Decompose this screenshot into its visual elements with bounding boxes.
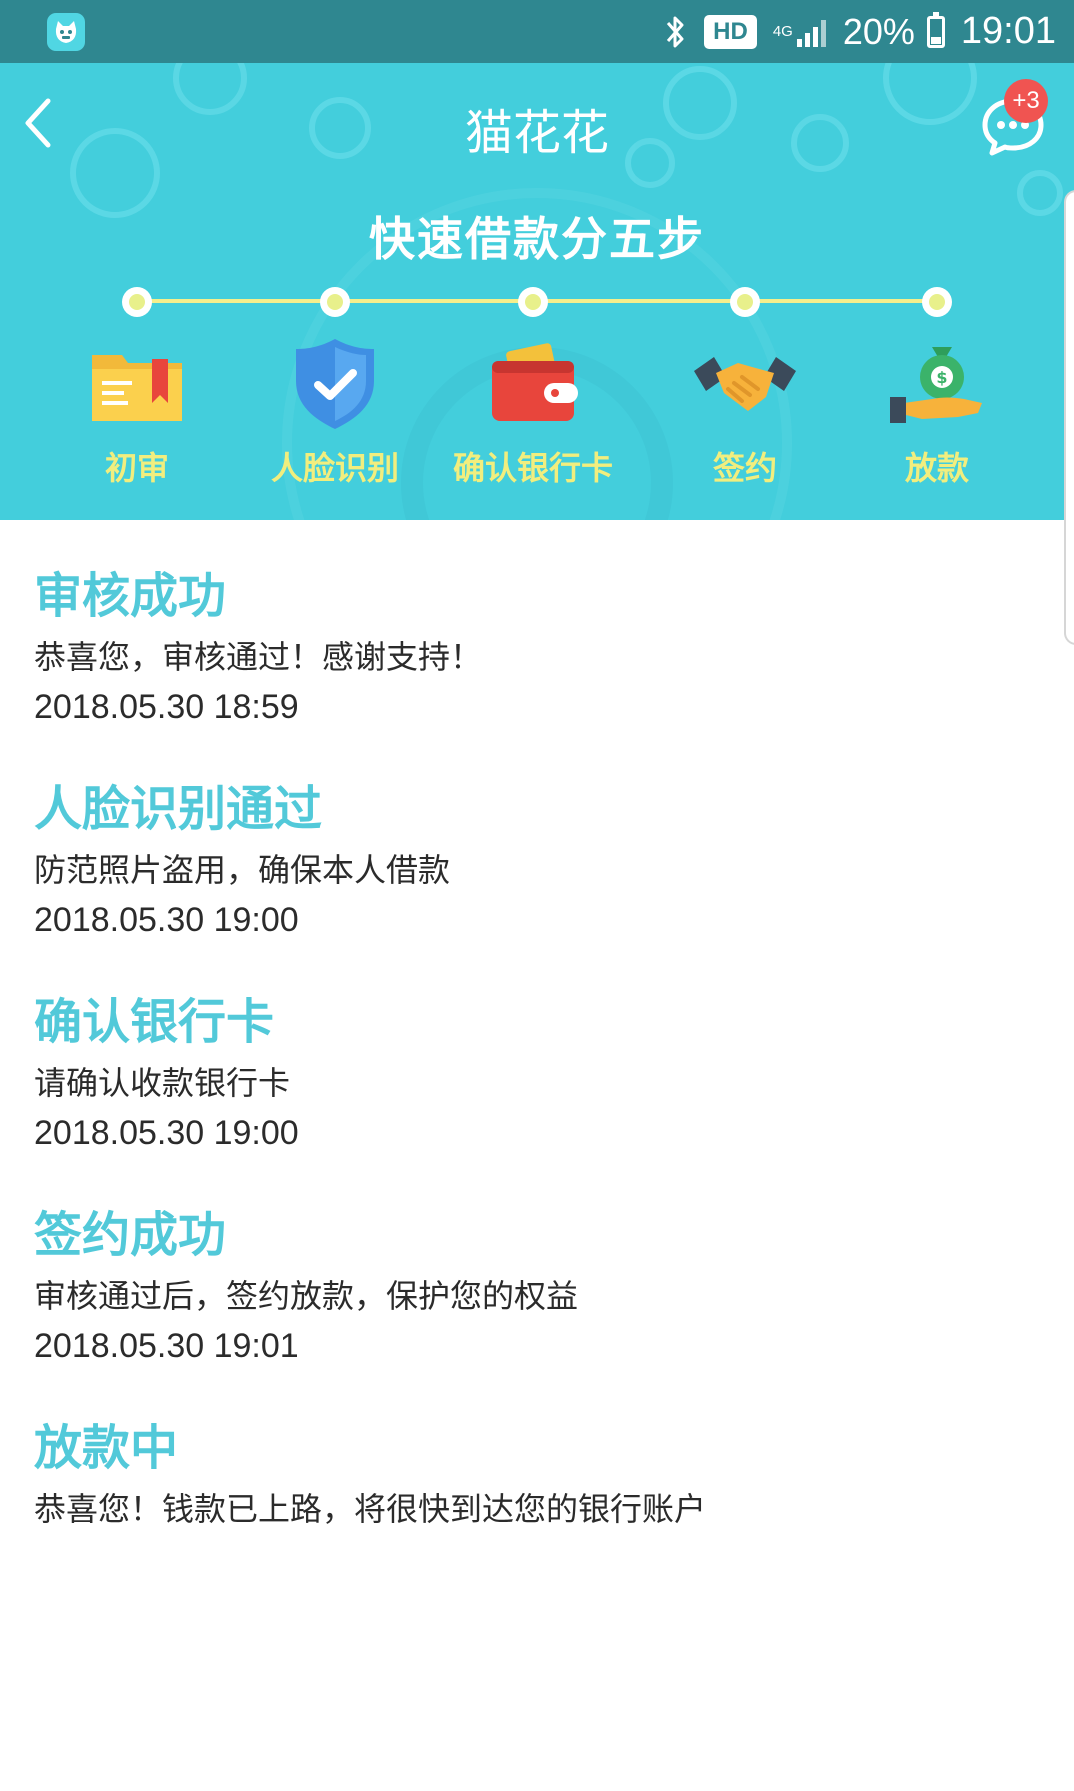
status-bar: HD 4G 20% 19:01	[0, 0, 1074, 63]
progress-entry: 确认银行卡 请确认收款银行卡 2018.05.30 19:00	[34, 991, 1034, 1155]
step-label-4: 签约	[712, 449, 777, 487]
step-label-1: 初审	[104, 449, 169, 487]
entry-title: 放款中	[34, 1420, 179, 1476]
entry-title: 签约成功	[34, 1207, 227, 1263]
step-label-3: 确认银行卡	[452, 449, 613, 487]
entry-timestamp: 2018.05.30 19:00	[34, 1114, 299, 1152]
hd-voice-badge: HD	[704, 14, 757, 49]
edge-panel-handle[interactable]	[1064, 190, 1074, 645]
step-label-5: 放款	[904, 449, 969, 487]
bluetooth-icon	[667, 16, 684, 47]
page-title: 猫花花	[464, 105, 609, 161]
entry-timestamp: 2018.05.30 19:01	[34, 1327, 299, 1365]
entry-timestamp: 2018.05.30 19:00	[34, 901, 299, 939]
timeline-dot	[122, 287, 152, 317]
timeline-dot	[922, 287, 952, 317]
handshake-icon	[694, 357, 796, 411]
steps-banner: 猫花花 +3 快速借款分五步 初审 人脸识别 确认银行卡 签约 $ 放款	[0, 63, 1074, 520]
progress-entry: 放款中 恭喜您！钱款已上路，将很快到达您的银行账户	[34, 1417, 1034, 1531]
progress-entry: 人脸识别通过 防范照片盗用，确保本人借款 2018.05.30 19:00	[34, 778, 1034, 942]
entry-title: 审核成功	[34, 568, 227, 624]
timeline-dot	[320, 287, 350, 317]
entry-timestamp: 2018.05.30 18:59	[34, 688, 299, 726]
steps-heading: 快速借款分五步	[369, 212, 705, 266]
status-indicators: HD 4G 20% 19:01	[660, 0, 1056, 63]
entry-description: 请确认收款银行卡	[34, 1064, 291, 1102]
entry-title: 人脸识别通过	[34, 781, 323, 837]
svg-text:$: $	[936, 368, 947, 387]
screen: HD 4G 20% 19:01 猫花花 +3 快速借款分五步 初审 人脸识别 确…	[0, 0, 1074, 1791]
chat-unread-badge: +3	[1004, 79, 1048, 123]
folder-icon	[92, 355, 182, 421]
entry-description: 恭喜您！钱款已上路，将很快到达您的银行账户	[34, 1490, 707, 1528]
app-notification-icon	[47, 13, 85, 51]
progress-entry: 审核成功 恭喜您，审核通过！感谢支持！ 2018.05.30 18:59	[34, 565, 1034, 729]
wallet-icon	[492, 343, 578, 421]
network-type: 4G	[772, 23, 793, 40]
shield-check-icon	[296, 339, 374, 429]
status-clock: 19:01	[960, 10, 1056, 52]
battery-icon	[926, 11, 945, 48]
step-label-2: 人脸识别	[270, 449, 399, 487]
timeline-dot	[730, 287, 760, 317]
entry-title: 确认银行卡	[34, 994, 275, 1050]
entry-description: 恭喜您，审核通过！感谢支持！	[34, 638, 483, 676]
timeline-dot	[518, 287, 548, 317]
entry-description: 防范照片盗用，确保本人借款	[34, 851, 451, 889]
battery-percent: 20%	[842, 10, 915, 52]
money-bag-hand-icon: $	[890, 347, 982, 423]
entry-description: 审核通过后，签约放款，保护您的权益	[34, 1277, 579, 1315]
progress-entry: 签约成功 审核通过后，签约放款，保护您的权益 2018.05.30 19:01	[34, 1204, 1034, 1368]
signal-icon	[796, 19, 826, 47]
